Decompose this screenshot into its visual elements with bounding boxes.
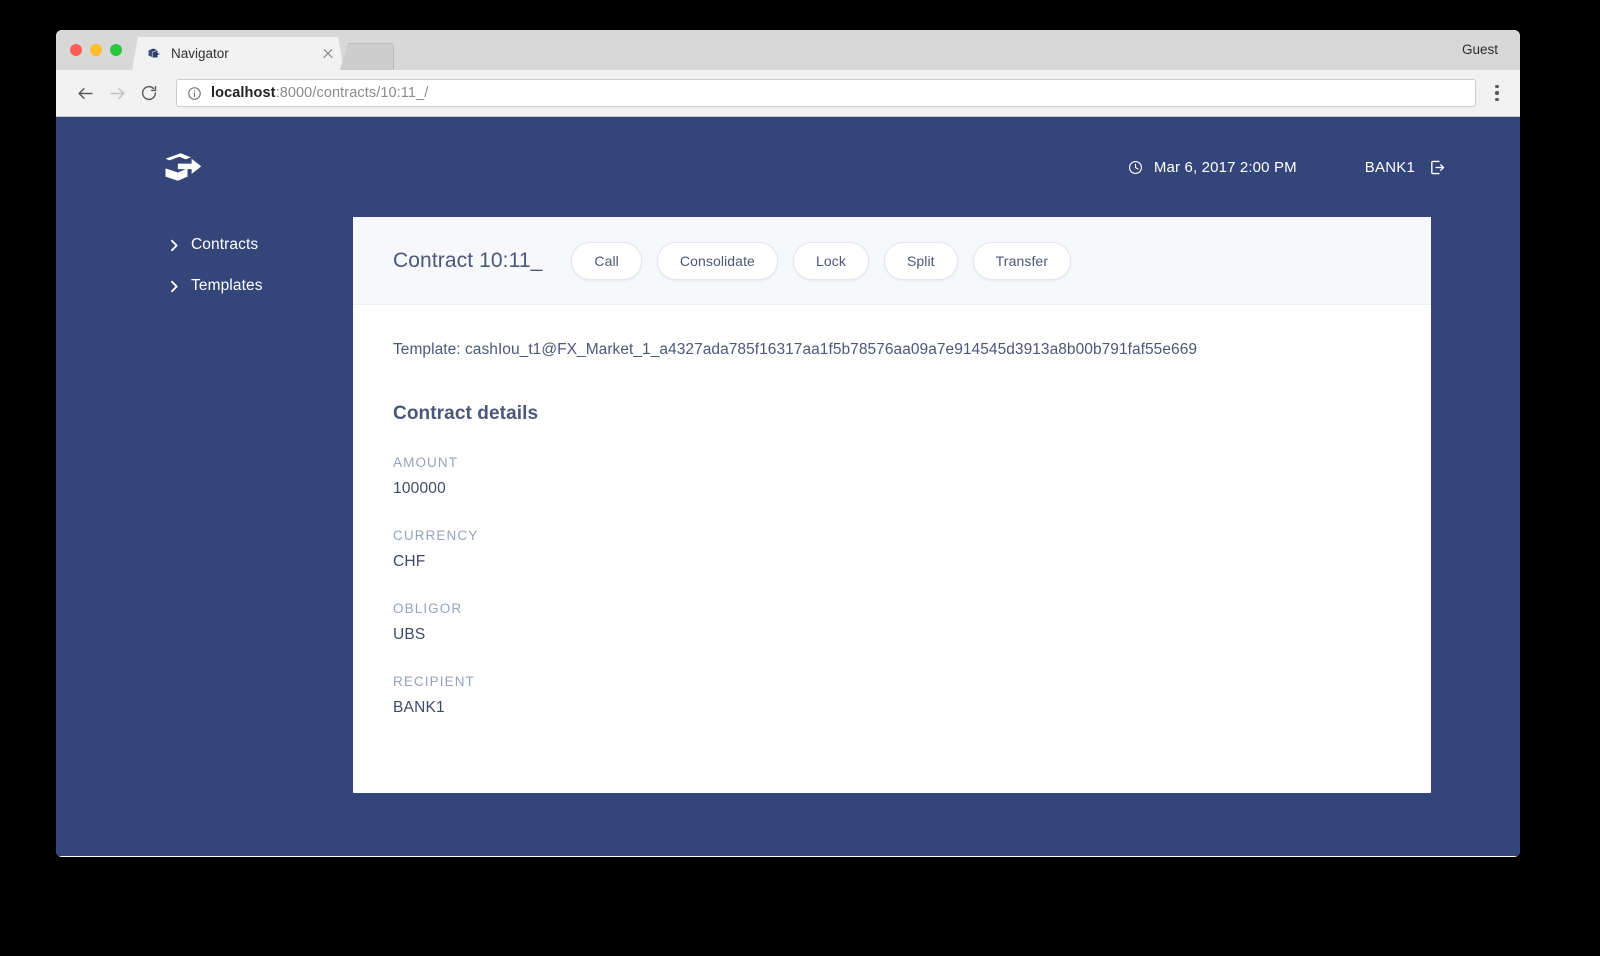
address-bar[interactable]: localhost:8000/contracts/10:11_/ xyxy=(176,79,1476,107)
browser-tab-title: Navigator xyxy=(171,46,229,61)
url-path: :8000/contracts/10:11_/ xyxy=(275,85,429,101)
contract-details-heading: Contract details xyxy=(393,403,539,424)
datetime-text: Mar 6, 2017 2:00 PM xyxy=(1153,158,1297,176)
url-text: localhost:8000/contracts/10:11_/ xyxy=(211,85,428,101)
page-title: Contract 10:11_ xyxy=(393,248,543,272)
info-circle-icon[interactable] xyxy=(187,86,202,101)
transfer-button[interactable]: Transfer xyxy=(972,241,1072,280)
consolidate-button[interactable]: Consolidate xyxy=(656,241,778,280)
chevron-right-icon xyxy=(171,239,178,251)
field-amount: AMOUNT 100000 xyxy=(393,455,1391,498)
sidebar-item-contracts[interactable]: Contracts xyxy=(108,231,353,259)
field-label: CURRENCY xyxy=(393,528,479,543)
template-line: Template: cashIou_t1@FX_Market_1_a4327ad… xyxy=(393,341,1198,358)
field-value: 100000 xyxy=(393,480,446,497)
field-label: AMOUNT xyxy=(393,455,459,470)
back-arrow-icon[interactable] xyxy=(70,78,100,108)
close-icon[interactable] xyxy=(320,46,336,62)
chevron-right-icon xyxy=(171,280,178,292)
clock-icon xyxy=(1128,160,1142,174)
tabstrip-spacer xyxy=(394,30,1462,70)
kebab-menu-icon[interactable] xyxy=(1484,78,1510,108)
window-controls xyxy=(56,30,132,70)
field-value: CHF xyxy=(393,553,426,570)
browser-toolbar: localhost:8000/contracts/10:11_/ xyxy=(56,70,1520,117)
sidebar: Contracts Templates xyxy=(108,217,353,793)
clock-display: Mar 6, 2017 2:00 PM xyxy=(1128,159,1297,176)
contract-card: Contract 10:11_ Call Consolidate Lock Sp… xyxy=(353,217,1431,793)
field-value: BANK1 xyxy=(393,699,445,716)
navigator-cube-icon xyxy=(146,46,162,62)
browser-window: Navigator Guest localhost:8000/contracts… xyxy=(56,30,1520,857)
field-label: RECIPIENT xyxy=(393,674,475,689)
username-label: BANK1 xyxy=(1364,158,1415,176)
new-tab-icon[interactable] xyxy=(340,43,394,70)
field-currency: CURRENCY CHF xyxy=(393,528,1391,571)
contract-card-body: Template: cashIou_t1@FX_Market_1_a4327ad… xyxy=(353,305,1431,757)
close-window-button[interactable] xyxy=(70,44,82,56)
field-value: UBS xyxy=(393,626,426,643)
url-host: localhost xyxy=(211,85,276,101)
navigator-app: Mar 6, 2017 2:00 PM BANK1 Contracts Temp… xyxy=(56,117,1520,856)
browser-tabstrip: Navigator Guest xyxy=(56,30,1520,70)
sidebar-item-label: Templates xyxy=(191,277,263,294)
sidebar-item-label: Contracts xyxy=(191,236,259,253)
maximize-window-button[interactable] xyxy=(110,44,122,56)
sidebar-item-templates[interactable]: Templates xyxy=(108,272,353,300)
profile-label[interactable]: Guest xyxy=(1462,30,1520,70)
call-button[interactable]: Call xyxy=(571,241,642,280)
logout-icon[interactable] xyxy=(1429,159,1446,176)
forward-arrow-icon xyxy=(102,78,132,108)
reload-icon[interactable] xyxy=(134,78,164,108)
browser-tab[interactable]: Navigator xyxy=(132,37,344,70)
lock-button[interactable]: Lock xyxy=(792,241,869,280)
field-obligor: OBLIGOR UBS xyxy=(393,601,1391,644)
app-header: Mar 6, 2017 2:00 PM BANK1 xyxy=(56,117,1520,217)
field-recipient: RECIPIENT BANK1 xyxy=(393,674,1391,717)
app-body: Contracts Templates Contract 10:11_ Call… xyxy=(56,217,1520,793)
user-menu[interactable]: BANK1 xyxy=(1365,159,1446,176)
minimize-window-button[interactable] xyxy=(90,44,102,56)
field-label: OBLIGOR xyxy=(393,601,463,616)
split-button[interactable]: Split xyxy=(883,241,958,280)
contract-card-header: Contract 10:11_ Call Consolidate Lock Sp… xyxy=(353,217,1431,305)
daml-navigator-logo[interactable] xyxy=(160,145,204,189)
